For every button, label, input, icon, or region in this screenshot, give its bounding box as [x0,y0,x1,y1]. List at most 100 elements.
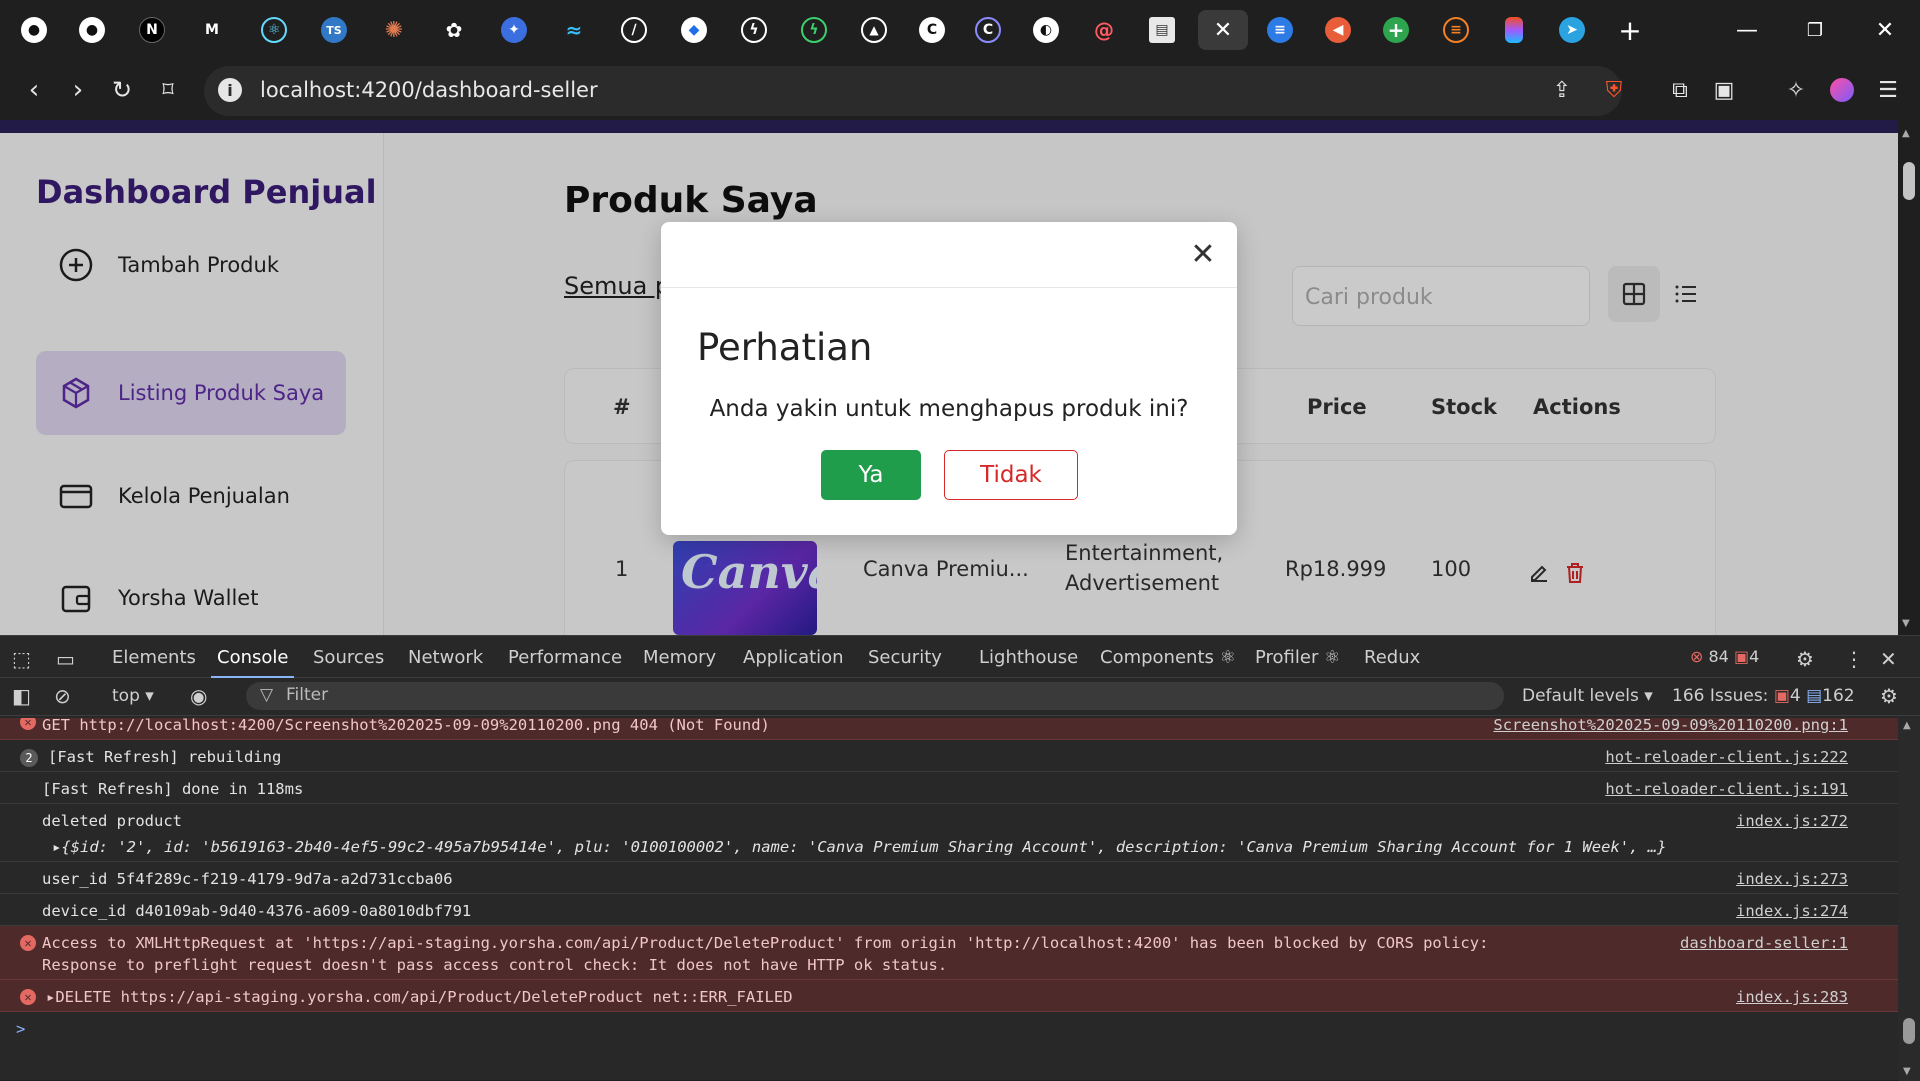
close-devtools-icon[interactable]: ✕ [1880,647,1897,671]
tab-cursor[interactable]: ◀ [1316,10,1360,50]
sidebar-toggle-icon[interactable]: ◧ [12,684,31,708]
tab-bolt[interactable]: ϟ [732,10,776,50]
log-source-link[interactable]: dashboard-seller:1 [1680,934,1848,952]
issues-button[interactable]: 166 Issues: ▣4 ▤162 [1672,686,1855,706]
console-scrollbar[interactable]: ▲ ▼ [1898,718,1920,1081]
tab-github[interactable]: ● [12,10,56,50]
brave-shield-icon[interactable]: ⛨ [1598,74,1630,106]
tab-plus[interactable]: + [1374,10,1418,50]
more-options-icon[interactable]: ⋮ [1844,647,1864,671]
new-tab-button[interactable]: + [1608,10,1652,50]
tab-bolt-green[interactable]: ϟ [792,10,836,50]
page-scrollbar[interactable]: ▲ ▼ [1898,120,1920,635]
tab-profiler[interactable]: Profiler ⚛ [1255,647,1340,668]
leo-ai-icon[interactable]: ✧ [1780,74,1812,106]
tab-copilot[interactable]: C [910,10,954,50]
console-log-device-id: device_id d40109ab-9d40-4376-a609-0a8010… [0,894,1898,926]
console-log-rebuilding: 2 [Fast Refresh] rebuilding hot-reloader… [0,740,1898,772]
log-object-preview[interactable]: ▸{$id: '2', id: 'b5619163-2b40-4ef5-99c2… [52,838,1666,856]
reload-icon[interactable]: ↻ [104,72,140,108]
filter-icon: ▽ [260,685,274,705]
tab-copilot-outline[interactable]: C [966,10,1010,50]
confirm-yes-button[interactable]: Ya [821,450,921,500]
log-source-link[interactable]: hot-reloader-client.js:222 [1605,748,1848,766]
log-source-link[interactable]: index.js:272 [1736,812,1848,830]
window-close-icon[interactable]: ✕ [1860,8,1910,52]
tab-github-2[interactable]: ● [70,10,114,50]
tab-security[interactable]: Security [868,647,942,668]
shield-icon: ◆ [681,17,707,43]
tab-swirl[interactable]: @ [1082,10,1126,50]
extensions-icon[interactable]: ⧉ [1664,74,1696,106]
tab-components[interactable]: Components ⚛ [1100,647,1236,668]
console-settings-icon[interactable]: ⚙ [1880,684,1898,708]
tab-list[interactable]: ≡ [1258,10,1302,50]
tab-react[interactable]: ⚛ [252,10,296,50]
tab-application[interactable]: Application [743,647,844,668]
share-icon[interactable]: ⇪ [1546,74,1578,106]
restore-icon[interactable]: ❐ [1790,8,1840,52]
tab-docs[interactable]: ▤ [1140,10,1184,50]
tab-typescript[interactable]: TS [312,10,356,50]
log-source-link[interactable]: index.js:273 [1736,870,1848,888]
tab-medium[interactable]: M [190,10,234,50]
profile-avatar-icon[interactable] [1826,74,1858,106]
menu-icon[interactable]: ☰ [1872,74,1904,106]
tab-shield[interactable]: ◆ [672,10,716,50]
tab-redux[interactable]: Redux [1364,647,1420,668]
minimize-icon[interactable]: — [1722,8,1772,52]
tab-performance[interactable]: Performance [508,647,622,668]
log-text: [Fast Refresh] rebuilding [48,748,282,766]
tab-console[interactable]: Console [210,647,295,678]
log-levels-select[interactable]: Default levels ▾ [1522,686,1653,706]
confirm-no-button[interactable]: Tidak [944,450,1078,500]
tab-active-close[interactable]: ✕ [1198,10,1248,50]
settings-icon[interactable]: ⚙ [1796,647,1814,671]
tab-figma[interactable] [1492,10,1536,50]
device-toolbar-icon[interactable]: ▭ [56,647,75,671]
log-source-link[interactable]: index.js:283 [1736,988,1848,1006]
log-text: [Fast Refresh] done in 118ms [42,780,304,798]
tab-claude[interactable]: ✺ [372,10,416,50]
tab-chatgpt[interactable]: ✿ [432,10,476,50]
url-text[interactable]: localhost:4200/dashboard-seller [260,78,598,102]
error-count[interactable]: ⊗ 84 ▣4 [1690,647,1759,666]
forward-icon[interactable]: › [60,72,96,108]
tab-elements[interactable]: Elements [112,647,196,668]
tab-tailwind[interactable]: ≈ [552,10,596,50]
console-filter-input[interactable]: ▽ Filter [246,682,1504,710]
inspect-icon[interactable]: ⬚ [12,647,31,671]
list-icon: ≡ [1267,17,1293,43]
docs-icon: ▤ [1149,17,1175,43]
modal-message: Anda yakin untuk menghapus produk ini? [709,396,1189,422]
context-select[interactable]: top ▾ [112,686,154,706]
tab-notion[interactable]: N [130,10,174,50]
log-source-link[interactable]: hot-reloader-client.js:191 [1605,780,1848,798]
tab-gemini[interactable]: ✦ [492,10,536,50]
close-icon[interactable]: ✕ [1187,237,1219,272]
tab-sources[interactable]: Sources [313,647,384,668]
error-icon: ✕ [20,935,36,951]
wallet-icon[interactable]: ▣ [1708,74,1740,106]
eye-icon[interactable]: ◉ [190,684,207,708]
devtools-tabs: ⬚ ▭ Elements Console Sources Network Per… [0,636,1920,678]
address-bar[interactable]: i localhost:4200/dashboard-seller [204,66,1622,116]
log-source-link[interactable]: Screenshot%202025-09-09%20110200.png:1 [1493,718,1848,734]
tab-memory[interactable]: Memory [643,647,716,668]
tab-lighthouse[interactable]: Lighthouse [979,647,1078,668]
bookmark-icon[interactable]: ⌑ [150,72,186,108]
console-prompt[interactable]: > [0,1012,1898,1048]
clear-console-icon[interactable]: ⊘ [54,684,71,708]
tab-pen[interactable]: ∕ [612,10,656,50]
tab-network[interactable]: Network [408,647,483,668]
tab-circle[interactable]: ◐ [1024,10,1068,50]
log-source-link[interactable]: index.js:274 [1736,902,1848,920]
copilot-icon: C [919,17,945,43]
site-info-icon[interactable]: i [218,78,242,102]
log-text: user_id 5f4f289c-f219-4179-9d7a-a2d731cc… [42,870,453,888]
tab-vercel[interactable]: ▲ [852,10,896,50]
back-icon[interactable]: ‹ [16,72,52,108]
tab-telegram[interactable]: ➤ [1550,10,1594,50]
log-text[interactable]: ▸DELETE https://api-staging.yorsha.com/a… [46,988,793,1006]
tab-stack[interactable]: ≡ [1434,10,1478,50]
